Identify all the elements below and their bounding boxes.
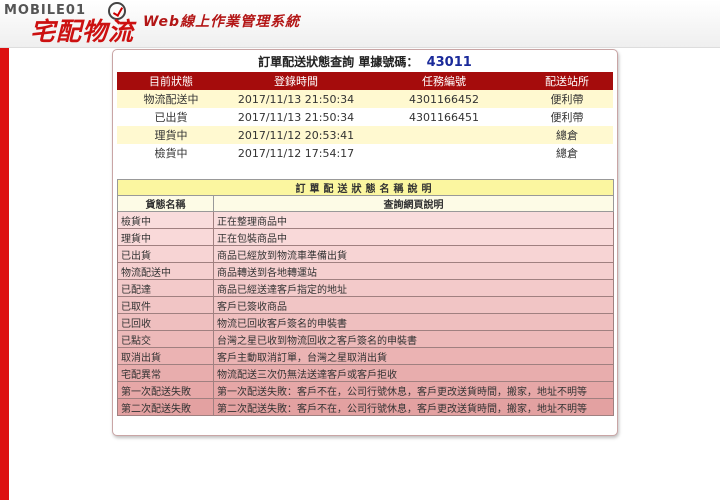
status-table-header: 目前狀態 登錄時間 任務編號 配送站所 — [117, 72, 613, 90]
table-row: 已回收 物流已回收客戶簽名的申裝書 — [117, 313, 614, 331]
status-description-cell: 物流配送三次仍無法送達客戶或客戶拒收 — [213, 364, 614, 382]
table-row: 理貨中 正在包裝商品中 — [117, 228, 614, 246]
status-cell: 檢貨中 — [117, 144, 225, 162]
status-name-cell: 宅配異常 — [117, 364, 214, 382]
table-row: 已出貨 商品已經放到物流車準備出貨 — [117, 245, 614, 263]
station-cell: 總倉 — [521, 126, 613, 144]
table-row: 宅配異常 物流配送三次仍無法送達客戶或客戶拒收 — [117, 364, 614, 382]
status-cell: 已出貨 — [117, 108, 225, 126]
table-row: 第一次配送失敗 第一次配送失敗：客戶不在，公司行號休息，客戶更改送貨時間，搬家，地… — [117, 381, 614, 399]
status-description-cell: 客戶已簽收商品 — [213, 296, 614, 314]
status-table: 目前狀態 登錄時間 任務編號 配送站所 物流配送中 2017/11/13 21:… — [117, 72, 613, 162]
status-description-cell: 正在包裝商品中 — [213, 228, 614, 246]
table-row: 取消出貨 客戶主動取消訂單，台灣之星取消出貨 — [117, 347, 614, 365]
status-name-cell: 已取件 — [117, 296, 214, 314]
status-name-cell: 已配達 — [117, 279, 214, 297]
status-name-cell: 已出貨 — [117, 245, 214, 263]
table-row: 檢貨中 正在整理商品中 — [117, 211, 614, 229]
status-description-cell: 商品已經放到物流車準備出貨 — [213, 245, 614, 263]
status-description-cell: 商品已經送達客戶指定的地址 — [213, 279, 614, 297]
status-description-table: 訂單配送狀態名稱說明 貨態名稱 查詢網頁說明 檢貨中 正在整理商品中 理貨中 正在包裝… — [117, 179, 614, 416]
time-cell: 2017/11/13 21:50:34 — [225, 90, 367, 108]
description-caption-row: 訂單配送狀態名稱說明 — [117, 179, 614, 196]
col-login-time: 登錄時間 — [225, 72, 367, 90]
system-title: Web線上作業管理系統 — [143, 14, 301, 30]
status-name-cell: 已回收 — [117, 313, 214, 331]
col-current-status: 目前狀態 — [117, 72, 225, 90]
status-name-cell: 理貨中 — [117, 228, 214, 246]
col-task-number: 任務編號 — [367, 72, 521, 90]
task-cell — [367, 126, 521, 144]
time-cell: 2017/11/12 20:53:41 — [225, 126, 367, 144]
table-row: 已取件 客戶已簽收商品 — [117, 296, 614, 314]
status-description-cell: 客戶主動取消訂單，台灣之星取消出貨 — [213, 347, 614, 365]
status-description-cell: 商品轉送到各地轉運站 — [213, 262, 614, 280]
col-status-name: 貨態名稱 — [117, 195, 214, 212]
description-caption: 訂單配送狀態名稱說明 — [117, 179, 614, 196]
time-cell: 2017/11/12 17:54:17 — [225, 144, 367, 162]
status-name-cell: 第二次配送失敗 — [117, 398, 214, 416]
table-row: 理貨中 2017/11/12 20:53:41 總倉 — [117, 126, 613, 144]
status-name-cell: 第一次配送失敗 — [117, 381, 214, 399]
table-row: 第二次配送失敗 第二次配送失敗：客戶不在，公司行號休息，客戶更改送貨時間，搬家，地… — [117, 398, 614, 416]
col-page-description: 查詢網頁說明 — [213, 195, 614, 212]
status-cell: 理貨中 — [117, 126, 225, 144]
station-cell: 便利帶 — [521, 108, 613, 126]
query-title: 訂單配送狀態查詢 單據號碼： 43011 — [113, 53, 617, 71]
status-name-cell: 取消出貨 — [117, 347, 214, 365]
table-row: 物流配送中 商品轉送到各地轉運站 — [117, 262, 614, 280]
table-row: 檢貨中 2017/11/12 17:54:17 總倉 — [117, 144, 613, 162]
task-cell: 4301166451 — [367, 108, 521, 126]
station-cell: 總倉 — [521, 144, 613, 162]
table-row: 已點交 台灣之星已收到物流回收之客戶簽名的申裝書 — [117, 330, 614, 348]
query-title-text: 訂單配送狀態查詢 — [258, 55, 355, 69]
logo-brand: 宅配物流 — [30, 17, 135, 46]
ref-number: 43011 — [426, 55, 472, 70]
status-name-cell: 已點交 — [117, 330, 214, 348]
table-row: 已配達 商品已經送達客戶指定的地址 — [117, 279, 614, 297]
task-cell: 4301166452 — [367, 90, 521, 108]
status-name-cell: 檢貨中 — [117, 211, 214, 229]
status-cell: 物流配送中 — [117, 90, 225, 108]
col-delivery-station: 配送站所 — [521, 72, 613, 90]
station-cell: 便利帶 — [521, 90, 613, 108]
status-description-cell: 第二次配送失敗：客戶不在，公司行號休息，客戶更改送貨時間，搬家，地址不明等 — [213, 398, 614, 416]
description-header-row: 貨態名稱 查詢網頁說明 — [117, 195, 614, 212]
table-row: 物流配送中 2017/11/13 21:50:34 4301166452 便利帶 — [117, 90, 613, 108]
status-description-cell: 第一次配送失敗：客戶不在，公司行號休息，客戶更改送貨時間，搬家，地址不明等 — [213, 381, 614, 399]
status-description-cell: 台灣之星已收到物流回收之客戶簽名的申裝書 — [213, 330, 614, 348]
order-status-panel: 訂單配送狀態查詢 單據號碼： 43011 目前狀態 登錄時間 任務編號 配送站所… — [112, 49, 618, 436]
left-accent-bar — [0, 48, 9, 500]
header-bar: MOBILE01 宅配物流 Web線上作業管理系統 — [0, 0, 720, 48]
status-name-cell: 物流配送中 — [117, 262, 214, 280]
status-description-cell: 正在整理商品中 — [213, 211, 614, 229]
table-row: 已出貨 2017/11/13 21:50:34 4301166451 便利帶 — [117, 108, 613, 126]
time-cell: 2017/11/13 21:50:34 — [225, 108, 367, 126]
status-description-cell: 物流已回收客戶簽名的申裝書 — [213, 313, 614, 331]
task-cell — [367, 144, 521, 162]
ref-label: 單據號碼： — [358, 55, 419, 69]
